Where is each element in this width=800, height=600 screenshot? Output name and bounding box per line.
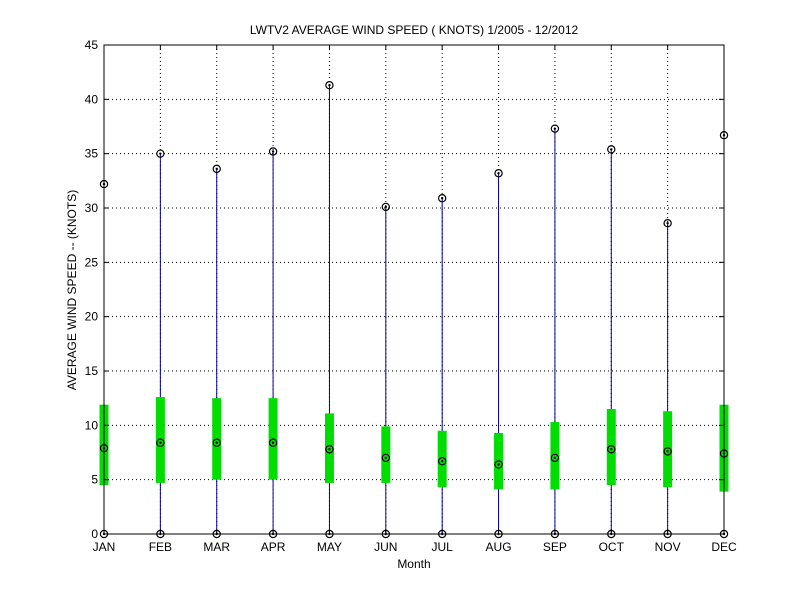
max-marker-dot xyxy=(497,172,500,175)
max-marker-dot xyxy=(553,127,557,130)
y-tick-label: 5 xyxy=(91,473,98,487)
max-marker-dot xyxy=(215,167,218,171)
x-tick-label: OCT xyxy=(599,540,625,554)
max-marker-dot xyxy=(384,205,388,209)
y-tick-label: 35 xyxy=(85,147,99,161)
x-tick-label: JUL xyxy=(432,540,454,554)
mean-marker-dot xyxy=(666,450,669,453)
y-axis-label: AVERAGE WIND SPEED -- (KNOTS) xyxy=(65,190,79,390)
x-tick-label: MAR xyxy=(203,540,230,554)
max-marker-dot xyxy=(610,148,613,151)
x-axis-label: Month xyxy=(397,557,430,571)
x-tick-label: FEB xyxy=(149,540,172,554)
y-tick-label: 15 xyxy=(85,364,99,378)
max-marker-dot xyxy=(271,150,275,153)
chart-title: LWTV2 AVERAGE WIND SPEED ( KNOTS) 1/2005… xyxy=(250,23,579,37)
mean-marker-dot xyxy=(553,456,557,460)
x-tick-label: JAN xyxy=(93,540,116,554)
max-marker-dot xyxy=(666,222,669,225)
mean-marker-dot xyxy=(497,463,500,466)
y-tick-label: 30 xyxy=(85,201,99,215)
y-tick-label: 10 xyxy=(85,418,99,432)
y-tick-label: 20 xyxy=(85,310,99,324)
wind-speed-chart: 0 5 10 15 20 25 30 35 40 45 JAN FEB MAR APR MAY JUN JUL A… xyxy=(65,23,737,571)
mean-marker-dot xyxy=(440,459,444,463)
x-tick-label: NOV xyxy=(655,540,681,554)
mean-marker-dot xyxy=(328,448,331,451)
mean-marker-dot xyxy=(215,441,218,444)
x-tick-label: AUG xyxy=(486,540,512,554)
y-tick-label: 25 xyxy=(85,255,99,269)
x-tick-label: DEC xyxy=(711,540,737,554)
x-tick-label: SEP xyxy=(543,540,567,554)
plot-background xyxy=(104,45,724,534)
y-tick-label: 45 xyxy=(85,38,99,52)
y-tick-label: 40 xyxy=(85,92,99,106)
max-marker-dot xyxy=(440,197,444,200)
y-tick-label: 0 xyxy=(91,527,98,541)
mean-marker-dot xyxy=(159,441,162,444)
max-marker-dot xyxy=(159,152,162,155)
max-marker-dot xyxy=(328,84,331,87)
mean-marker-dot xyxy=(384,456,388,460)
x-tick-label: JUN xyxy=(374,540,397,554)
x-tick-label: APR xyxy=(261,540,286,554)
mean-marker-dot xyxy=(271,441,275,444)
mean-marker-dot xyxy=(610,448,613,451)
x-tick-label: MAY xyxy=(317,540,342,554)
